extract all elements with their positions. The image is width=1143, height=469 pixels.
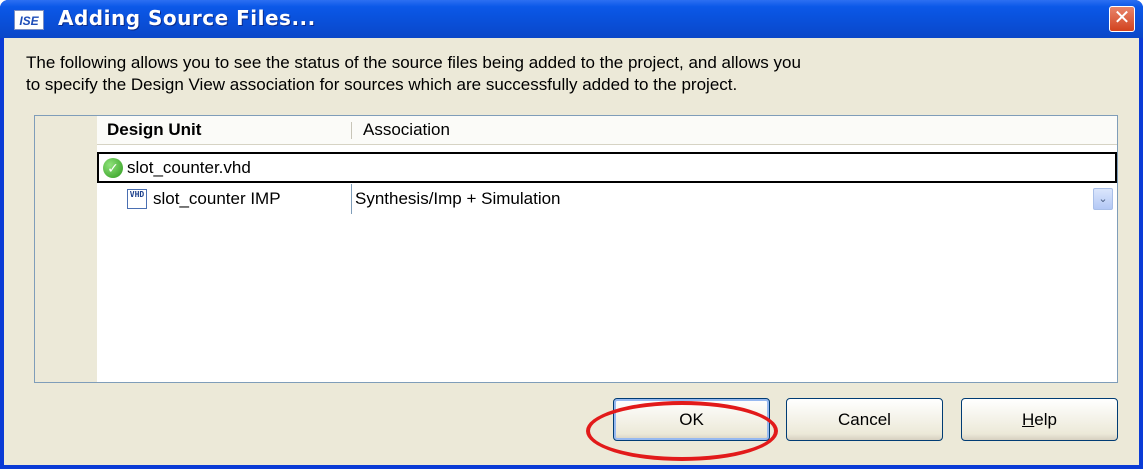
column-header-association[interactable]: Association <box>363 116 450 144</box>
vhdl-file-icon: VHD <box>127 189 147 209</box>
file-name: slot_counter.vhd <box>127 158 251 177</box>
success-check-icon: ✓ <box>103 158 123 178</box>
column-header-design-unit[interactable]: Design Unit <box>107 116 201 144</box>
close-button[interactable]: ✕ <box>1109 6 1135 32</box>
association-select[interactable]: Synthesis/Imp + Simulation ⌄ <box>351 184 1115 214</box>
dialog-title: Adding Source Files... <box>58 6 316 30</box>
column-divider[interactable] <box>351 122 352 139</box>
title-bar[interactable]: ISE Adding Source Files... ✕ <box>0 0 1143 38</box>
description-line-1: The following allows you to see the stat… <box>26 53 801 72</box>
ise-app-icon: ISE <box>14 10 44 30</box>
dialog-window: ISE Adding Source Files... ✕ The followi… <box>0 0 1143 469</box>
highlight-annotation <box>586 401 778 461</box>
association-value: Synthesis/Imp + Simulation <box>355 189 561 208</box>
help-mnemonic: H <box>1022 410 1035 429</box>
description-text: The following allows you to see the stat… <box>26 52 801 96</box>
source-list: Design Unit Association ✓ slot_counter.v… <box>34 115 1118 383</box>
design-unit-name: slot_counter IMP <box>153 189 281 208</box>
help-button[interactable]: Help <box>961 398 1118 441</box>
cancel-button[interactable]: Cancel <box>786 398 943 441</box>
design-unit-row[interactable]: VHD slot_counter IMP Synthesis/Imp + Sim… <box>97 184 1117 214</box>
file-row[interactable]: ✓ slot_counter.vhd <box>97 152 1117 183</box>
description-line-2: to specify the Design View association f… <box>26 75 738 94</box>
list-header: Design Unit Association <box>97 116 1117 145</box>
chevron-down-icon[interactable]: ⌄ <box>1093 188 1113 210</box>
help-label-rest: elp <box>1034 410 1057 429</box>
